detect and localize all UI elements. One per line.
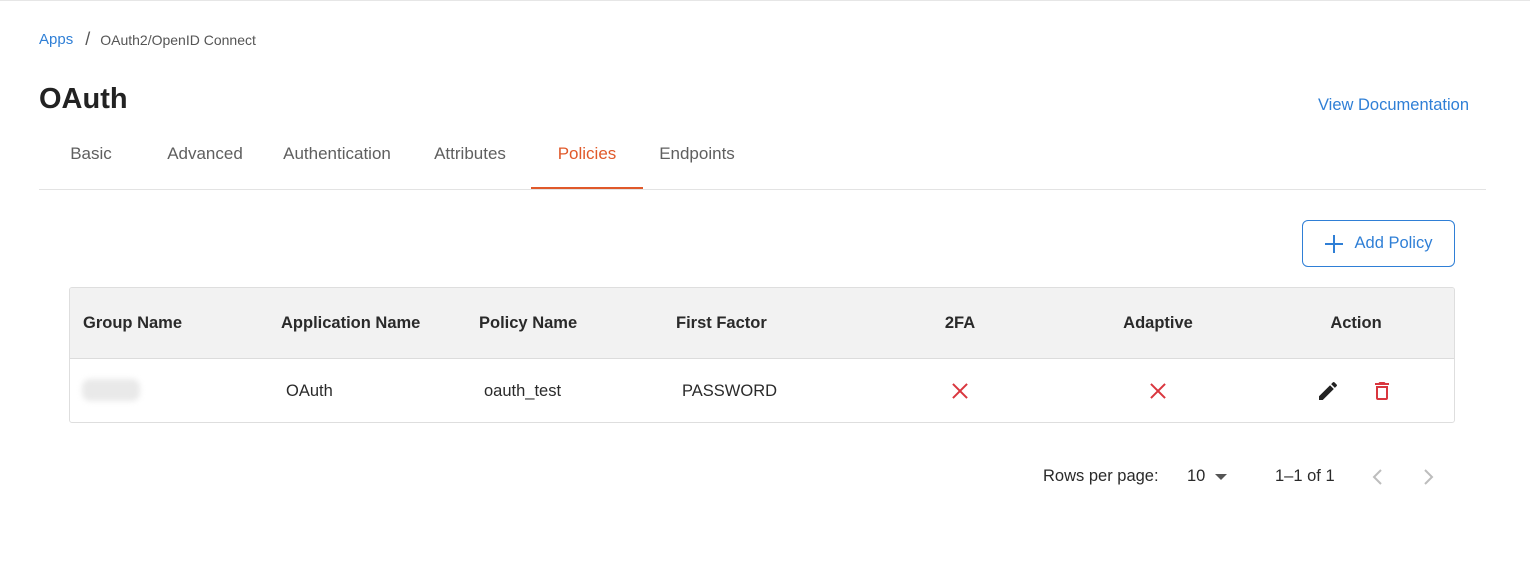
chevron-right-icon	[1424, 469, 1434, 485]
cell-first-factor: PASSWORD	[682, 382, 778, 400]
column-header-2fa: 2FA	[944, 314, 976, 332]
cross-icon	[1150, 383, 1166, 399]
caret-down-icon	[1215, 473, 1228, 480]
edit-icon[interactable]	[1316, 379, 1340, 403]
column-header-action: Action	[1330, 314, 1382, 332]
column-header-application-name: Application Name	[281, 314, 421, 332]
tab-attributes[interactable]: Attributes	[419, 131, 521, 189]
column-header-policy-name: Policy Name	[479, 314, 578, 332]
previous-page-button[interactable]	[1368, 467, 1388, 487]
view-documentation-link[interactable]: View Documentation	[1318, 96, 1469, 115]
plus-icon	[1324, 234, 1343, 253]
page-title: OAuth	[39, 83, 128, 115]
rows-per-page-value: 10	[1187, 467, 1206, 485]
add-policy-label: Add Policy	[1354, 234, 1433, 252]
tab-endpoints[interactable]: Endpoints	[643, 131, 751, 189]
column-header-first-factor: First Factor	[676, 314, 767, 332]
breadcrumb: Apps / OAuth2/OpenID Connect	[39, 29, 256, 50]
chevron-left-icon	[1372, 469, 1382, 485]
cell-application-name: OAuth	[286, 382, 333, 400]
breadcrumb-current: OAuth2/OpenID Connect	[100, 31, 256, 48]
group-name-redacted	[82, 379, 140, 401]
cell-policy-name: oauth_test	[484, 382, 562, 400]
breadcrumb-apps-link[interactable]: Apps	[39, 31, 73, 48]
tab-advanced[interactable]: Advanced	[155, 131, 255, 189]
tab-authentication[interactable]: Authentication	[271, 131, 403, 189]
tab-basic[interactable]: Basic	[39, 131, 143, 189]
tab-policies[interactable]: Policies	[531, 131, 643, 189]
policies-table: Group Name Application Name Policy Name …	[69, 287, 1455, 423]
tab-bar: Basic Advanced Authentication Attributes…	[39, 131, 1486, 190]
next-page-button[interactable]	[1418, 467, 1438, 487]
breadcrumb-separator: /	[85, 29, 91, 49]
rows-per-page-label: Rows per page:	[1043, 467, 1159, 485]
cross-icon	[952, 383, 968, 399]
add-policy-button[interactable]: Add Policy	[1302, 220, 1455, 267]
delete-icon[interactable]	[1370, 379, 1394, 403]
table-row: OAuth oauth_test PASSWORD	[70, 359, 1454, 422]
table-header: Group Name Application Name Policy Name …	[70, 288, 1454, 359]
rows-per-page-select[interactable]: 10	[1187, 467, 1228, 486]
column-header-adaptive: Adaptive	[1123, 314, 1193, 332]
column-header-group-name: Group Name	[83, 314, 183, 332]
pagination-range: 1–1 of 1	[1275, 467, 1335, 485]
